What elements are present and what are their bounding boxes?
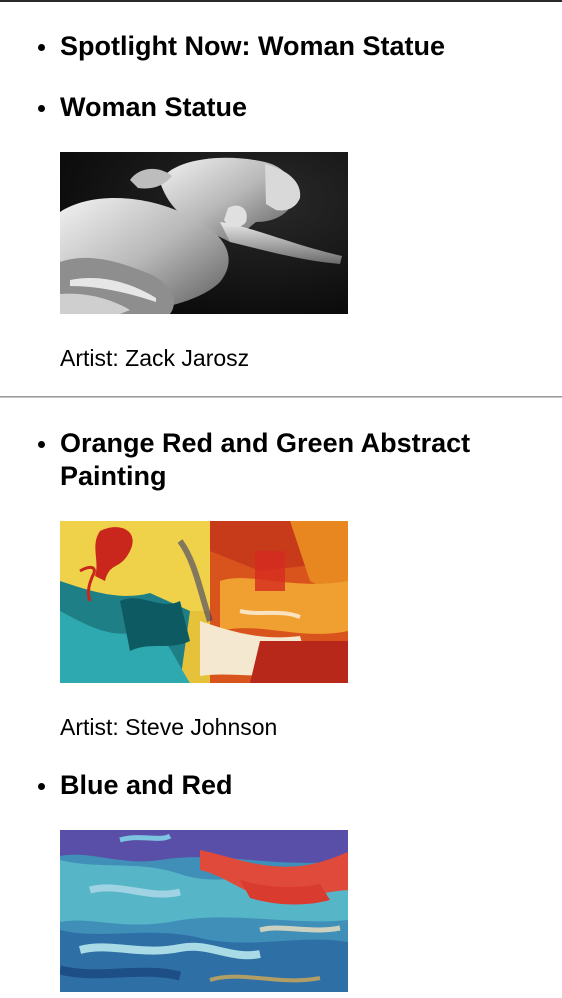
- blue-and-red-image: [60, 830, 348, 992]
- list-bullet: [38, 441, 45, 448]
- top-divider: [0, 0, 562, 2]
- spotlight-artist: Artist: Zack Jarosz: [60, 345, 250, 371]
- section-divider: [0, 396, 562, 398]
- list-bullet: [38, 105, 45, 112]
- artwork-title: Orange Red and Green Abstract Painting: [60, 428, 471, 491]
- artwork-title: Blue and Red: [60, 770, 233, 800]
- woman-statue-image: [60, 152, 348, 314]
- list-bullet: [38, 44, 45, 51]
- page: Spotlight Now: Woman Statue Woman Statue: [0, 0, 562, 998]
- artwork-artist: Artist: Steve Johnson: [60, 714, 278, 740]
- list-bullet: [38, 783, 45, 790]
- spotlight-heading: Spotlight Now: Woman Statue: [60, 31, 445, 61]
- orange-red-green-abstract-image: [60, 521, 348, 683]
- spotlight-artwork-title: Woman Statue: [60, 92, 248, 122]
